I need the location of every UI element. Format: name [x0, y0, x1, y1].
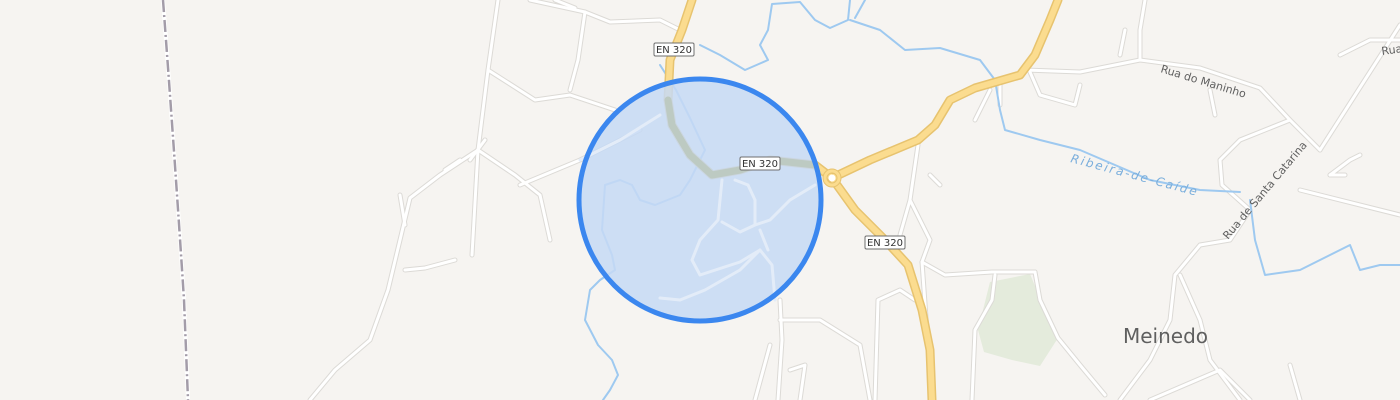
- location-accuracy-circle[interactable]: [576, 76, 824, 324]
- svg-text:EN 320: EN 320: [867, 238, 903, 249]
- route-shield-lower: EN 320: [864, 235, 906, 250]
- roundabout: [822, 168, 842, 188]
- svg-text:EN 320: EN 320: [742, 159, 778, 170]
- street-label-rua-truncated: Rua: [1381, 42, 1400, 58]
- route-shield-top: EN 320: [653, 42, 695, 57]
- map-view[interactable]: EN 320 EN 320 EN 320 Rua do Maninho Rua …: [0, 0, 1400, 400]
- map-canvas[interactable]: EN 320 EN 320 EN 320 Rua do Maninho Rua …: [0, 0, 1400, 400]
- place-label-meinedo: Meinedo: [1123, 324, 1208, 348]
- svg-text:EN 320: EN 320: [656, 45, 692, 56]
- route-shield-middle: EN 320: [739, 156, 781, 171]
